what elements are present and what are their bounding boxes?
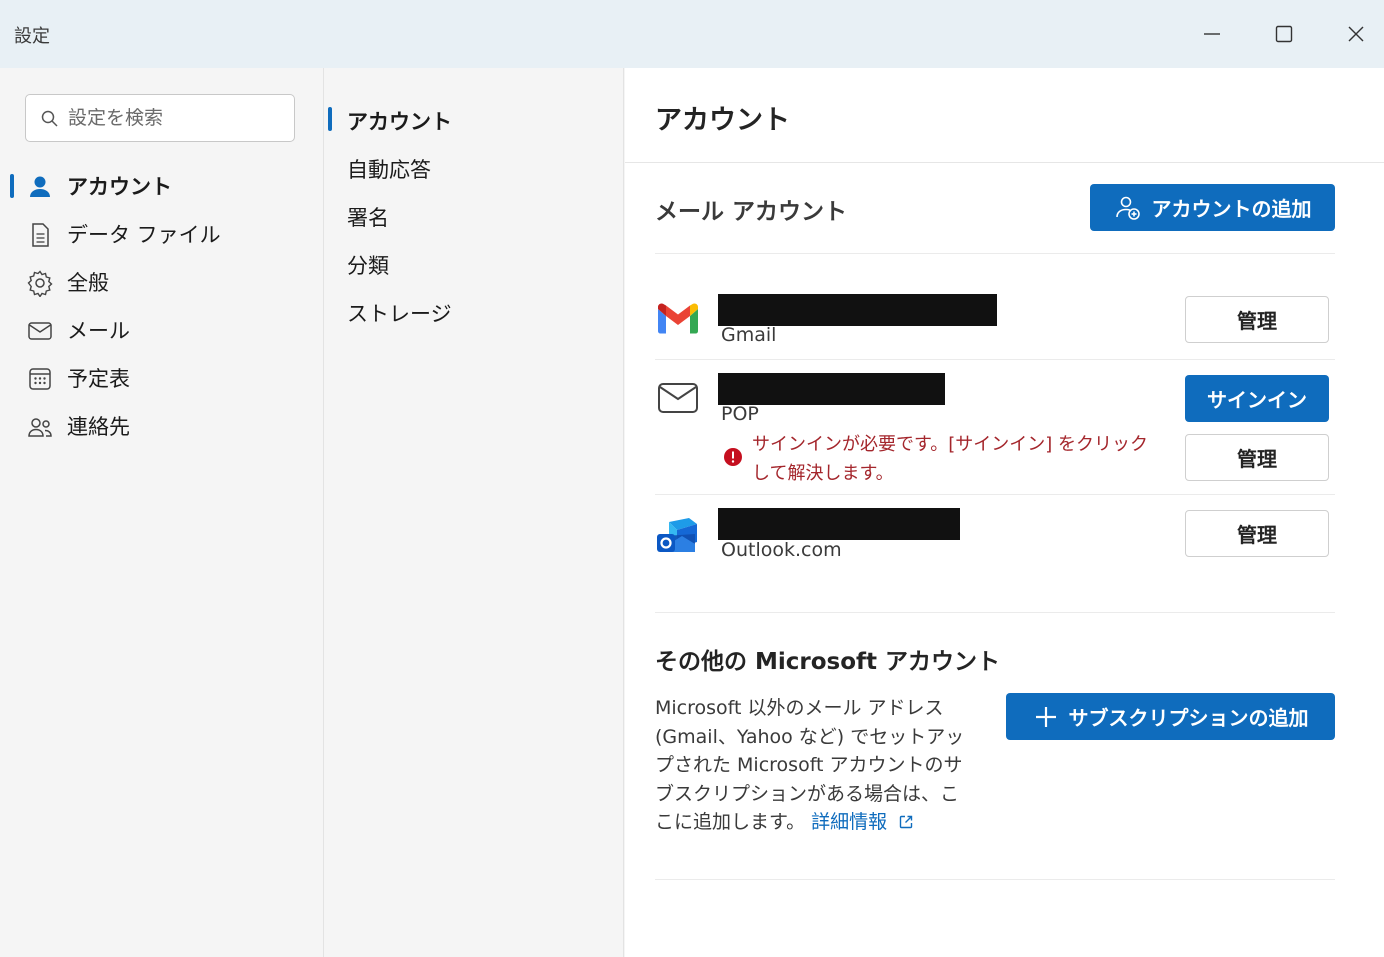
nav-item-calendar[interactable]: 予定表 xyxy=(0,356,324,400)
sub-nav: アカウント 自動応答 署名 分類 ストレージ xyxy=(325,68,624,957)
add-account-label: アカウントの追加 xyxy=(1151,197,1312,221)
subnav-item-categories[interactable]: 分類 xyxy=(347,250,389,280)
external-link-icon xyxy=(900,815,913,829)
nav-item-data-files[interactable]: データ ファイル xyxy=(0,212,324,256)
add-person-icon xyxy=(1115,196,1140,220)
search-input[interactable] xyxy=(68,103,288,133)
divider xyxy=(655,494,1335,495)
redacted-email xyxy=(718,508,960,540)
description-text: Microsoft 以外のメール アドレス (Gmail、Yahoo など) で… xyxy=(655,697,965,833)
divider xyxy=(655,359,1335,360)
add-account-button[interactable]: アカウントの追加 xyxy=(1090,184,1335,231)
subnav-item-accounts[interactable]: アカウント xyxy=(347,106,452,136)
maximize-icon xyxy=(1275,25,1293,43)
close-button[interactable] xyxy=(1336,14,1376,54)
active-indicator xyxy=(328,107,332,131)
nav-item-label: 全般 xyxy=(67,271,109,295)
search-box[interactable] xyxy=(25,94,295,142)
account-type: Gmail xyxy=(721,324,777,346)
minimize-button[interactable] xyxy=(1192,14,1232,54)
subnav-item-signature[interactable]: 署名 xyxy=(347,202,389,232)
outlook-icon xyxy=(657,518,697,552)
title-bar: 設定 xyxy=(0,0,1384,68)
divider xyxy=(655,879,1335,880)
close-icon xyxy=(1348,26,1364,42)
error-icon xyxy=(724,448,742,466)
plus-icon xyxy=(1035,706,1056,727)
calendar-icon xyxy=(29,368,51,390)
people-icon xyxy=(28,418,52,437)
nav-item-label: アカウント xyxy=(67,175,172,199)
other-accounts-heading: その他の Microsoft アカウント xyxy=(655,649,1001,675)
nav-item-label: 予定表 xyxy=(67,367,130,391)
manage-button[interactable]: 管理 xyxy=(1185,296,1329,343)
add-subscription-label: サブスクリプションの追加 xyxy=(1068,706,1309,730)
mail-accounts-heading: メール アカウント xyxy=(655,199,848,225)
manage-button[interactable]: 管理 xyxy=(1185,434,1329,481)
learn-more-link[interactable]: 詳細情報 xyxy=(811,811,915,833)
nav-item-accounts[interactable]: アカウント xyxy=(0,164,324,208)
search-icon xyxy=(41,110,58,127)
person-icon xyxy=(30,176,50,197)
maximize-button[interactable] xyxy=(1264,14,1304,54)
nav-item-mail[interactable]: メール xyxy=(0,308,324,352)
subnav-item-auto-reply[interactable]: 自動応答 xyxy=(347,154,431,184)
redacted-email xyxy=(718,373,945,405)
minimize-icon xyxy=(1204,33,1220,35)
sign-in-button[interactable]: サインイン xyxy=(1185,375,1329,422)
active-indicator xyxy=(10,174,14,198)
mail-icon xyxy=(28,322,52,340)
nav-item-contacts[interactable]: 連絡先 xyxy=(0,404,324,448)
gmail-icon xyxy=(658,303,698,334)
nav-item-label: 連絡先 xyxy=(67,415,130,439)
nav-item-general[interactable]: 全般 xyxy=(0,260,324,304)
main-header: アカウント xyxy=(625,68,1384,163)
other-accounts-description: Microsoft 以外のメール アドレス (Gmail、Yahoo など) で… xyxy=(655,694,975,837)
redacted-email xyxy=(718,294,997,326)
divider xyxy=(655,612,1335,613)
mail-icon xyxy=(658,383,698,413)
window-title: 設定 xyxy=(14,26,50,47)
learn-more-label: 詳細情報 xyxy=(811,811,888,833)
account-type: Outlook.com xyxy=(721,539,842,561)
nav-item-label: データ ファイル xyxy=(67,223,221,247)
account-type: POP xyxy=(721,403,759,425)
error-message: サインインが必要です。[サインイン] をクリックして解決します。 xyxy=(752,434,1148,484)
page-title: アカウント xyxy=(655,105,790,136)
main-panel: アカウント メール アカウント アカウントの追加 Gmail 管理 POP サイ… xyxy=(625,68,1384,957)
nav-item-label: メール xyxy=(67,319,130,343)
subnav-item-storage[interactable]: ストレージ xyxy=(347,298,452,328)
document-icon xyxy=(32,223,49,247)
gear-icon xyxy=(27,270,53,297)
left-nav: アカウント データ ファイル 全般 メール 予定表 連絡先 xyxy=(0,68,324,957)
divider xyxy=(655,253,1335,254)
add-subscription-button[interactable]: サブスクリプションの追加 xyxy=(1006,693,1335,740)
manage-button[interactable]: 管理 xyxy=(1185,510,1329,557)
